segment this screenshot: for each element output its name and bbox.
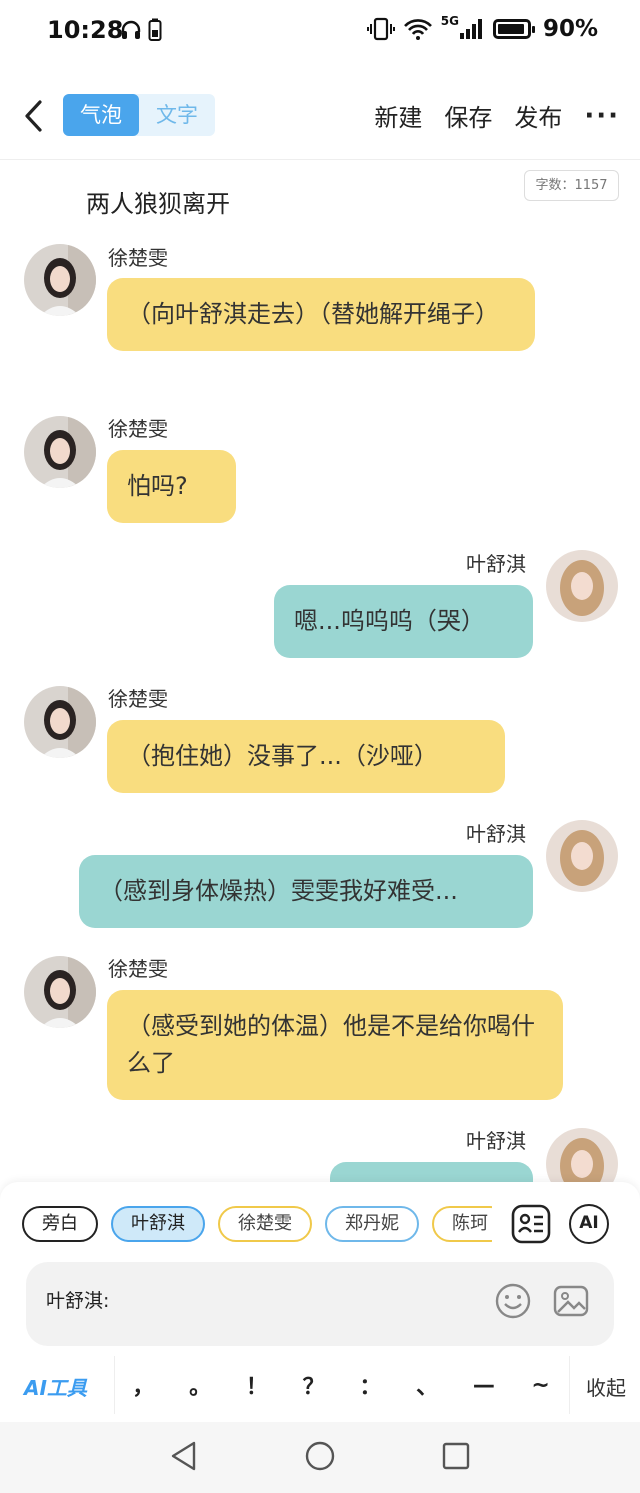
ai-button[interactable]: AI <box>569 1204 609 1244</box>
save-button[interactable]: 保存 <box>444 98 492 133</box>
chat-editor-screen: 10:28 5G 90% 气泡 文字 新建 保存 发布 ··· 字数：1157 … <box>0 0 640 1493</box>
avatar-xu-portrait <box>24 956 96 1028</box>
clock: 10:28 <box>47 16 124 44</box>
punct-key[interactable]: — <box>464 1373 504 1398</box>
new-button[interactable]: 新建 <box>374 98 422 133</box>
chat-bubble[interactable]: 嗯...呜呜呜（哭） <box>274 585 533 658</box>
composer-panel: 旁白 叶舒淇 徐楚雯 郑丹妮 陈珂 AI 叶舒淇: AI工具 ， 。 ！ ？ ：… <box>0 1182 640 1422</box>
avatar-xu[interactable] <box>24 956 96 1028</box>
headphones-icon <box>121 20 141 39</box>
speaker-name: 徐楚雯 <box>108 417 168 441</box>
input-speaker-prefix: 叶舒淇: <box>46 1290 110 1312</box>
avatar-ye-portrait <box>546 550 618 622</box>
avatar-ye-portrait <box>546 820 618 892</box>
nav-recents-icon[interactable] <box>440 1440 472 1472</box>
role-chip-narration[interactable]: 旁白 <box>22 1206 98 1242</box>
speaker-name: 叶舒淇 <box>466 552 526 576</box>
collapse-button[interactable]: 收起 <box>586 1372 626 1401</box>
network-type: 5G <box>440 14 459 28</box>
back-arrow-icon[interactable] <box>18 98 54 134</box>
tab-bubble[interactable]: 气泡 <box>63 94 139 136</box>
tab-text[interactable]: 文字 <box>139 94 215 136</box>
status-bar: 10:28 5G 90% <box>0 0 640 64</box>
punct-key[interactable]: ： <box>350 1369 390 1401</box>
punct-key[interactable]: ， <box>123 1369 163 1401</box>
punctuation-keys: ， 。 ！ ？ ： 、 — ~ <box>114 1356 570 1414</box>
chat-bubble[interactable]: （感到身体燥热）雯雯我好难受... <box>79 855 533 928</box>
punct-key[interactable]: ！ <box>237 1369 277 1401</box>
avatar-xu-portrait <box>24 416 96 488</box>
avatar-ye[interactable] <box>546 820 618 892</box>
speaker-name: 徐楚雯 <box>108 957 168 981</box>
punct-key[interactable]: 、 <box>407 1369 447 1401</box>
emoji-icon[interactable] <box>494 1282 532 1320</box>
narration-text[interactable]: 两人狼狈离开 <box>86 184 230 219</box>
avatar-xu-portrait <box>24 244 96 316</box>
chat-bubble[interactable]: 怕吗? <box>107 450 236 523</box>
role-chip-xu[interactable]: 徐楚雯 <box>218 1206 312 1242</box>
speaker-name: 叶舒淇 <box>466 1129 526 1153</box>
punct-key[interactable]: ？ <box>294 1369 334 1401</box>
word-count: 字数：1157 <box>524 170 619 201</box>
status-icons-right: 5G 90% <box>366 14 598 42</box>
chat-bubble[interactable]: （感受到她的体温）他是不是给你喝什么了 <box>107 990 563 1100</box>
mode-switch: 气泡 文字 <box>63 94 215 136</box>
signal-icon <box>459 19 482 39</box>
publish-button[interactable]: 发布 <box>514 98 562 133</box>
battery-icon <box>492 19 535 39</box>
more-menu-button[interactable]: ··· <box>584 101 620 131</box>
system-nav-bar <box>0 1422 640 1493</box>
role-chip-zheng[interactable]: 郑丹妮 <box>325 1206 419 1242</box>
avatar-xu[interactable] <box>24 686 96 758</box>
avatar-xu-portrait <box>24 686 96 758</box>
wifi-icon <box>403 19 432 40</box>
role-card-icon[interactable] <box>511 1204 551 1244</box>
phone-battery-icon <box>148 18 162 41</box>
speaker-name: 叶舒淇 <box>466 822 526 846</box>
avatar-xu[interactable] <box>24 416 96 488</box>
role-chips: 旁白 叶舒淇 徐楚雯 郑丹妮 陈珂 <box>22 1206 492 1246</box>
chat-bubble[interactable]: （向叶舒淇走去）（替她解开绳子） <box>107 278 535 351</box>
status-icons-left <box>120 18 162 42</box>
speaker-name: 徐楚雯 <box>108 246 168 270</box>
image-icon[interactable] <box>552 1282 590 1320</box>
speaker-name: 徐楚雯 <box>108 687 168 711</box>
avatar-xu[interactable] <box>24 244 96 316</box>
role-chip-ye[interactable]: 叶舒淇 <box>111 1206 205 1242</box>
top-toolbar: 气泡 文字 新建 保存 发布 ··· <box>0 80 640 160</box>
role-chip-chen[interactable]: 陈珂 <box>432 1206 492 1242</box>
punct-key[interactable]: ~ <box>521 1373 561 1398</box>
toolbar-actions: 新建 保存 发布 ··· <box>374 98 620 133</box>
chat-bubble[interactable]: （抱住她）没事了...（沙哑） <box>107 720 505 793</box>
nav-back-icon[interactable] <box>168 1440 200 1472</box>
punctuation-bar: AI工具 ， 。 ！ ？ ： 、 — ~ 收起 <box>0 1356 640 1414</box>
punct-key[interactable]: 。 <box>180 1369 220 1401</box>
message-input[interactable]: 叶舒淇: <box>26 1262 614 1346</box>
ai-tools-button[interactable]: AI工具 <box>24 1372 87 1401</box>
avatar-ye[interactable] <box>546 550 618 622</box>
battery-level: 90% <box>542 16 598 42</box>
vibrate-icon <box>366 17 395 41</box>
nav-home-icon[interactable] <box>304 1440 336 1472</box>
